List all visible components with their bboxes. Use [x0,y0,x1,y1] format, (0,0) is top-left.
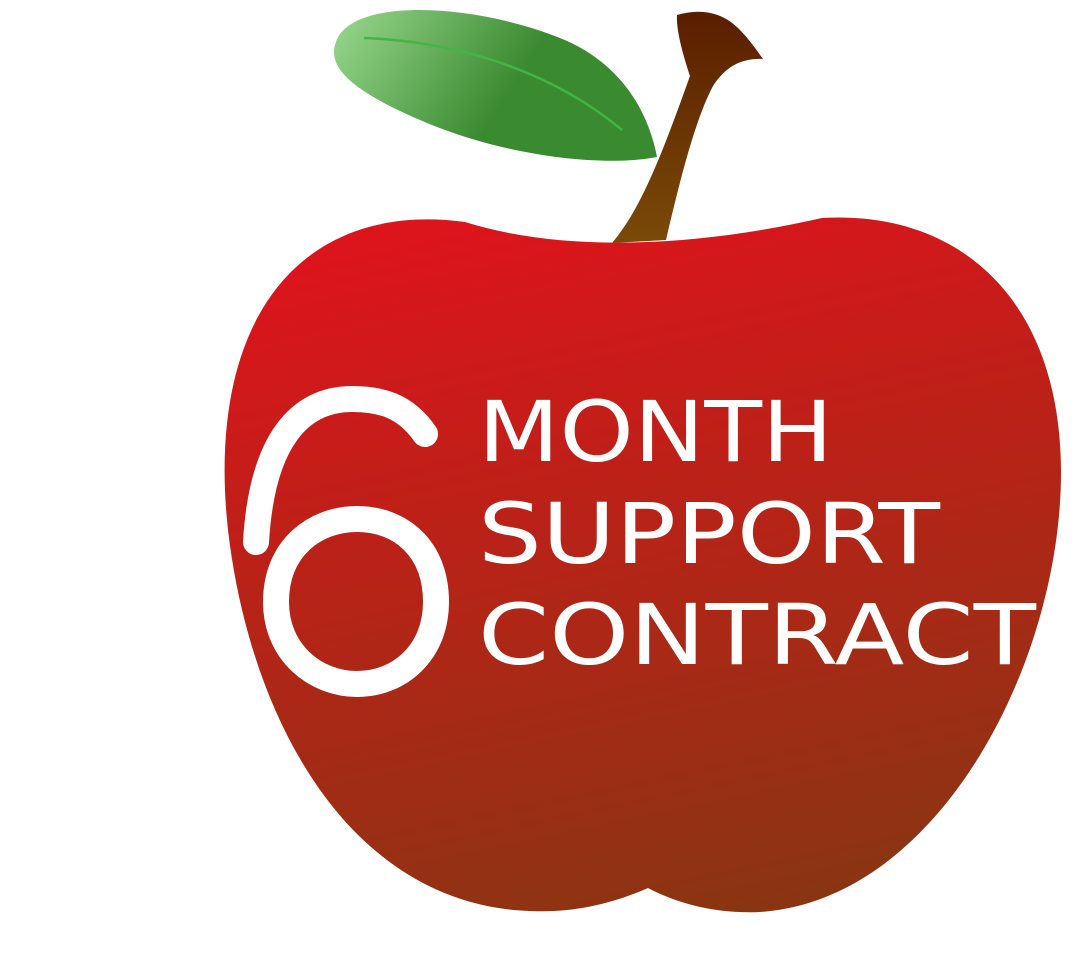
line-contract: CONTRACT [478,586,1037,684]
apple-logo: 6 MONTH SUPPORT CONTRACT [224,10,1062,913]
line-support: SUPPORT [478,485,941,583]
line-month: MONTH [478,383,833,481]
leaf-icon [333,10,657,161]
